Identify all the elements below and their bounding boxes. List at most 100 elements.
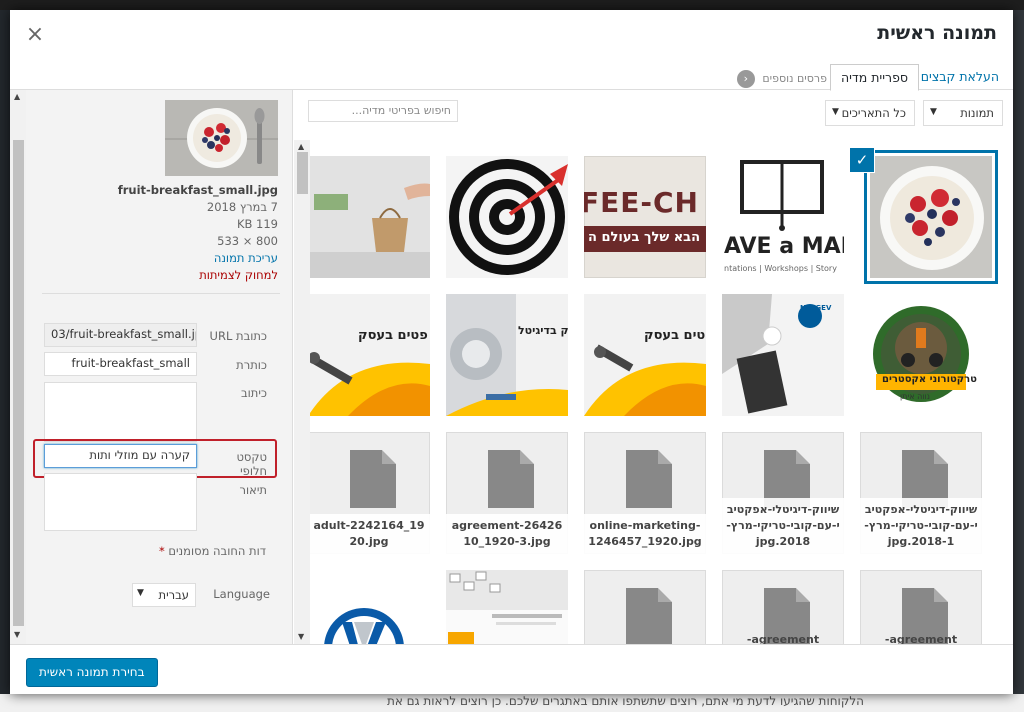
attachment-tile[interactable]: פטים בעסק: [584, 294, 706, 416]
media-type-filter[interactable]: תמונות ▼: [923, 100, 1003, 126]
background-page-edge: [1013, 10, 1024, 694]
background-text: הלקוחות שהגיעו לדעת מי אתם, רוצים שתשתפו…: [386, 694, 864, 708]
thumb-text: FEE-CH: [584, 186, 699, 219]
attachment-filesize: 119 KB: [236, 217, 278, 231]
edit-image-link[interactable]: עריכת תמונה: [118, 250, 278, 267]
thumb-subtext: נווה איתן: [900, 392, 930, 401]
chevron-left-icon: ‹: [736, 70, 755, 88]
title-field[interactable]: fruit-breakfast_small: [44, 352, 197, 376]
thumb-text: פטים בעסק: [644, 328, 706, 343]
chevron-down-icon: ▼: [930, 107, 937, 117]
attachment-tile[interactable]: FEE-CH הבא שלך בעולם ה: [584, 156, 706, 278]
attachment-filename: fruit-breakfast_small.jpg: [117, 183, 278, 197]
scroll-up-icon[interactable]: ▲: [298, 142, 304, 151]
attachment-filename: online-marketing-1246457_1920.jpg: [584, 514, 706, 554]
attachment-tile[interactable]: online-marketing-1246457_1920.jpg: [584, 432, 706, 554]
alt-text-label: טקסט חלופי: [236, 450, 267, 478]
media-router: העלאת קבצים ספריית מדיה פרסים נוספים ‹: [10, 58, 1013, 91]
sidebar-scrollbar[interactable]: ▲ ▼: [10, 90, 26, 644]
url-label: כתובת URL: [209, 329, 267, 343]
required-note-text: דות החובה מסומנים: [168, 544, 266, 558]
close-icon[interactable]: ×: [22, 22, 48, 48]
attachment-tile[interactable]: פטים בעסק: [310, 294, 430, 416]
media-type-value: תמונות: [960, 106, 994, 120]
scroll-up-icon[interactable]: ▲: [14, 92, 20, 101]
scroll-down-icon[interactable]: ▼: [298, 632, 304, 641]
attachment-filename: שיווק-דיגיטלי-אפקטיב י-עם-קובי-טריקי-מרץ…: [722, 498, 844, 554]
chevron-down-icon: ▼: [137, 588, 144, 598]
attachment-tile[interactable]: [446, 156, 568, 278]
date-filter[interactable]: כל התאריכים ▼: [825, 100, 915, 126]
attachment-filename: agreement-: [746, 633, 820, 644]
caption-label: כיתוב: [241, 386, 267, 400]
attachment-tile[interactable]: טרקטורוני אקסטרים נווה איתן: [860, 294, 982, 416]
attachment-tile[interactable]: agreement-: [722, 570, 844, 644]
thumb-text: פטים בעסק: [358, 328, 428, 343]
divider: [42, 293, 280, 294]
attachment-filename: שיווק-דיגיטלי-אפקטיב י-עם-קובי-טריקי-מרץ…: [860, 498, 982, 554]
attachment-filename: agreement-2642610_1920-3.jpg: [446, 514, 568, 554]
scroll-down-icon[interactable]: ▼: [14, 630, 20, 639]
grid-scrollbar-thumb[interactable]: [297, 152, 308, 194]
attachment-tile[interactable]: [446, 570, 568, 644]
attachment-tile[interactable]: ק בדיגיטל: [446, 294, 568, 416]
more-plugins-label: פרסים נוספים: [762, 72, 827, 85]
thumb-subtext: הבא שלך בעולם ה: [588, 230, 701, 245]
grid-scrollbar[interactable]: ▲ ▼: [294, 140, 310, 644]
thumb-subtext: ntations | Workshops | Story: [724, 264, 837, 273]
modal-title: תמונה ראשית: [877, 22, 997, 44]
sidebar-scrollbar-thumb[interactable]: [13, 140, 24, 626]
attachment-filename: adult-2242164_1920.jpg: [310, 514, 430, 554]
caption-textarea[interactable]: [44, 382, 197, 442]
attachment-date: 7 במרץ 2018: [206, 200, 278, 214]
attachment-tile[interactable]: agreement-: [860, 570, 982, 644]
background-page: הלקוחות שהגיעו לדעת מי אתם, רוצים שתשתפו…: [0, 694, 1024, 712]
admin-bar: [0, 0, 1024, 10]
more-plugins-link[interactable]: פרסים נוספים ‹: [736, 70, 827, 88]
attachment-tile[interactable]: agreement-2642610_1920-3.jpg: [446, 432, 568, 554]
attachment-details-sidebar: ▲ ▼ fruit-breakfast_small.jpg 7 במרץ 201…: [10, 90, 293, 644]
attachment-tile[interactable]: שיווק-דיגיטלי-אפקטיב י-עם-קובי-טריקי-מרץ…: [722, 432, 844, 554]
language-value: עברית: [158, 588, 189, 602]
date-filter-value: כל התאריכים: [841, 106, 906, 120]
required-star: *: [158, 544, 165, 558]
attachment-dimensions: 800 × 533: [217, 234, 278, 248]
alt-text-field[interactable]: קערה עם מוזלי ותות: [44, 444, 197, 468]
attachment-tile[interactable]: NETGEV: [722, 294, 844, 416]
tab-media-library[interactable]: ספריית מדיה: [829, 64, 919, 91]
document-icon: [488, 450, 534, 508]
language-label: Language: [213, 587, 270, 601]
select-featured-image-button[interactable]: בחירת תמונה ראשית: [26, 658, 158, 687]
thumb-text: ק בדיגיטל: [518, 324, 568, 337]
attachment-thumbnail: [165, 100, 278, 176]
media-modal: × תמונה ראשית העלאת קבצים ספריית מדיה פר…: [10, 10, 1013, 694]
attachment-filename: agreement-: [884, 633, 958, 644]
description-label: תיאור: [239, 483, 267, 497]
thumb-text: טרקטורוני אקסטרים: [882, 374, 977, 385]
attachment-tile[interactable]: [310, 570, 430, 644]
attachment-tile[interactable]: adult-2242164_1920.jpg: [310, 432, 430, 554]
attachment-tile[interactable]: [584, 570, 706, 644]
title-label: כותרת: [236, 358, 267, 372]
attachment-tile[interactable]: [870, 156, 992, 278]
attachment-tile[interactable]: שיווק-דיגיטלי-אפקטיב י-עם-קובי-טריקי-מרץ…: [860, 432, 982, 554]
required-fields-note: דות החובה מסומנים *: [159, 544, 266, 558]
url-field[interactable]: 03/fruit-breakfast_small.jpg: [44, 323, 197, 347]
description-textarea[interactable]: [44, 473, 197, 531]
attachment-info: fruit-breakfast_small.jpg 7 במרץ 2018 11…: [118, 182, 278, 284]
document-icon: [626, 450, 672, 508]
delete-permanently-link[interactable]: למחוק לצמיתות: [118, 267, 278, 284]
language-select[interactable]: עברית ▼: [132, 583, 196, 607]
attachment-tile[interactable]: AVE a MAR ntations | Workshops | Story: [722, 156, 844, 278]
attachments-grid: ✓ AVE a MAR ntations | Workshops | Story…: [310, 140, 1013, 644]
attachment-tile[interactable]: [310, 156, 430, 278]
thumb-text: AVE a MAR: [724, 234, 844, 259]
modal-toolbar: בחירת תמונה ראשית: [10, 644, 1013, 694]
media-search-input[interactable]: חיפוש בפריטי מדיה...: [308, 100, 458, 122]
document-icon: [626, 588, 672, 644]
tab-upload-files[interactable]: העלאת קבצים: [911, 64, 1009, 91]
checkmark-icon[interactable]: ✓: [850, 148, 874, 172]
media-browser: תמונות ▼ כל התאריכים ▼ חיפוש בפריטי מדיה…: [294, 90, 1013, 644]
chevron-down-icon: ▼: [832, 107, 839, 117]
document-icon: [350, 450, 396, 508]
